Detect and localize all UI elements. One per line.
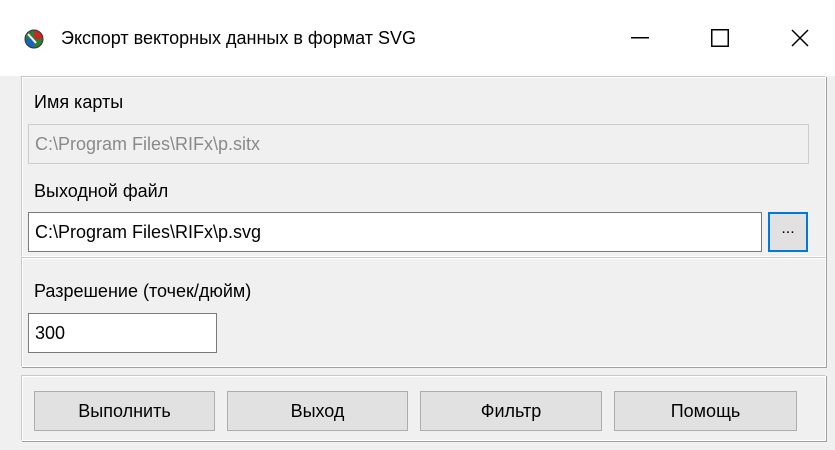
- export-svg-dialog: Экспорт векторных данных в формат SVG Им…: [0, 0, 835, 450]
- close-icon: [791, 29, 809, 47]
- execute-button[interactable]: Выполнить: [34, 391, 215, 431]
- resolution-label: Разрешение (точек/дюйм): [34, 281, 252, 301]
- help-button[interactable]: Помощь: [614, 391, 797, 431]
- window-title: Экспорт векторных данных в формат SVG: [61, 28, 416, 48]
- browse-button[interactable]: ...: [768, 212, 808, 252]
- title-bar[interactable]: Экспорт векторных данных в формат SVG: [0, 0, 835, 76]
- minimize-icon: [631, 37, 649, 39]
- close-button[interactable]: [760, 0, 835, 76]
- maximize-icon: [711, 29, 729, 47]
- exit-button[interactable]: Выход: [227, 391, 408, 431]
- globe-icon: [24, 29, 44, 49]
- output-file-field[interactable]: C:\Program Files\RIFx\p.svg: [28, 212, 762, 252]
- map-name-label: Имя карты: [34, 92, 124, 112]
- map-name-field: C:\Program Files\RIFx\p.sitx: [28, 124, 809, 164]
- resolution-field[interactable]: 300: [28, 313, 217, 353]
- output-file-label: Выходной файл: [34, 181, 169, 201]
- filter-button[interactable]: Фильтр: [420, 391, 602, 431]
- minimize-button[interactable]: [595, 0, 685, 76]
